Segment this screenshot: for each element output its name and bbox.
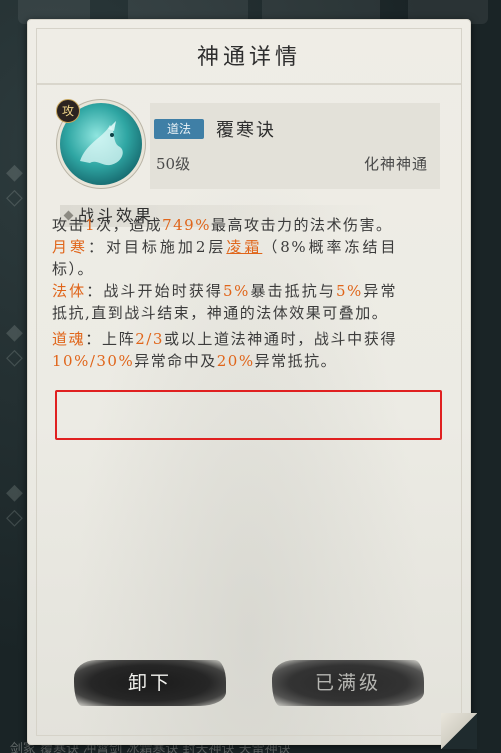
attack-badge: 攻 [56, 99, 80, 123]
effect-text: ：战斗开始时获得 [86, 282, 224, 300]
highlighted-term: 道魂 [52, 330, 86, 348]
effect-paragraph: 法体：战斗开始时获得5%暴击抵抗与5%异常抵抗,直到战斗结束，神通的法体效果可叠… [52, 280, 397, 324]
skill-level: 50级 [156, 155, 191, 173]
effect-text: 暴击抵抗与 [249, 282, 336, 300]
water-dragon-icon[interactable]: 攻 [56, 99, 142, 185]
skill-info-box: 道法 覆寒诀 50级 化神神通 [150, 103, 440, 189]
effect-text: 次，造成 [96, 216, 163, 234]
max-level-button-label: 已满级 [314, 672, 381, 694]
effect-text: ：对目标施加2层 [87, 238, 227, 256]
effect-list: 攻击1次，造成749%最高攻击力的法术伤害。 月寒：对目标施加2层凌霜（8%概率… [52, 214, 397, 372]
highlighted-term[interactable]: 凌霜 [226, 238, 262, 256]
highlighted-term: 5% [335, 282, 363, 300]
background-side-ornament: ◆◇ [2, 160, 27, 210]
background-side-ornament: ◆◇ [2, 320, 27, 370]
highlighted-term: 月寒 [52, 238, 88, 256]
effect-text: 异常命中及 [134, 352, 217, 370]
page-curl-decoration [441, 713, 477, 749]
highlighted-term: 1 [85, 216, 97, 234]
unequip-button-label: 卸下 [127, 672, 172, 694]
skill-detail-panel: 神通详情 攻 道法 覆寒诀 50级 化神神通 战斗效果 [27, 19, 477, 749]
effect-text: 最高攻击力的法术伤害。 [210, 216, 393, 234]
highlighted-term: 2/3 [135, 330, 164, 348]
panel-title: 神通详情 [196, 45, 301, 70]
effect-text: ：上阵 [85, 330, 136, 348]
effect-paragraph: 攻击1次，造成749%最高攻击力的法术伤害。 [52, 214, 397, 236]
highlighted-term: 法体 [52, 282, 87, 300]
skill-name: 覆寒诀 [216, 120, 276, 141]
highlighted-term: 20% [216, 352, 255, 370]
skill-category: 化神神通 [363, 155, 428, 173]
max-level-button: 已满级 [272, 660, 424, 706]
highlighted-term: 10%/30% [52, 352, 135, 370]
highlighted-term: 749% [162, 216, 211, 234]
skill-header: 攻 道法 覆寒诀 50级 化神神通 [56, 99, 440, 195]
highlighted-term: 5% [223, 282, 250, 300]
effect-paragraph: 道魂：上阵2/3或以上道法神通时，战斗中获得 10%/30%异常命中及20%异常抵… [52, 328, 397, 372]
skill-type-tag: 道法 [154, 119, 204, 139]
effect-paragraph: 月寒：对目标施加2层凌霜（8%概率冻结目标）。 [52, 236, 397, 280]
title-divider [37, 83, 461, 85]
effect-text: 或以上道法神通时，战斗中获得 [163, 330, 397, 348]
background-side-ornament: ◆◇ [2, 480, 27, 530]
effect-text: 攻击 [52, 216, 86, 234]
effect-text: 异常抵抗。 [254, 352, 338, 370]
unequip-button[interactable]: 卸下 [74, 660, 226, 706]
